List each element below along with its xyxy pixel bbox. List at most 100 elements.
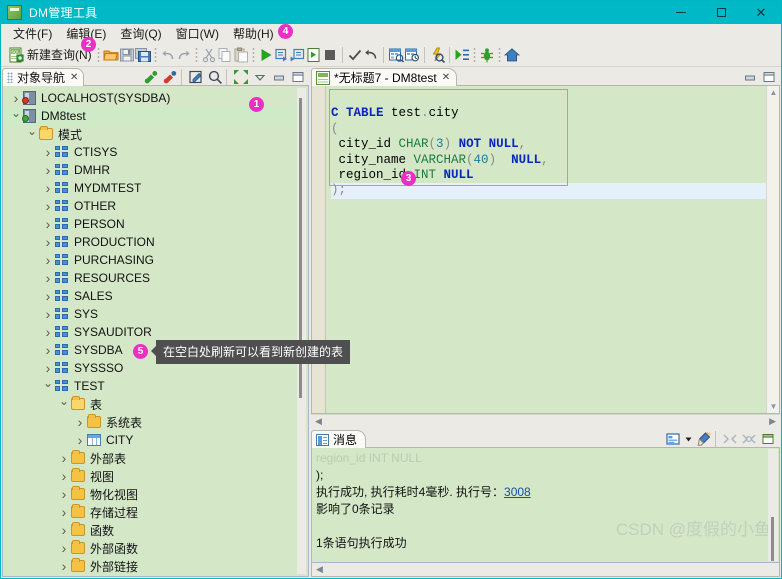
explain-plan2-icon[interactable] <box>404 47 420 63</box>
minimize-icon[interactable] <box>661 1 701 24</box>
home-icon[interactable] <box>503 47 520 63</box>
chevron-right-icon[interactable] <box>57 487 71 501</box>
chevron-right-icon[interactable] <box>57 541 71 555</box>
scroll-down-icon[interactable]: ▼ <box>767 400 779 413</box>
tree-item[interactable]: 物化视图 <box>3 485 296 503</box>
menu-help[interactable]: 帮助(H) <box>227 24 282 44</box>
chevron-right-icon[interactable] <box>57 523 71 537</box>
edit-icon[interactable] <box>188 69 204 85</box>
commit-icon[interactable] <box>347 47 363 63</box>
scroll-up-icon[interactable]: ▲ <box>767 86 779 99</box>
tree-item[interactable]: PERSON <box>3 215 296 233</box>
maximize-icon[interactable] <box>761 69 777 85</box>
tree-item[interactable]: TEST <box>3 377 296 395</box>
tree-item[interactable]: 视图 <box>3 467 296 485</box>
copy-icon[interactable] <box>217 47 233 63</box>
chevron-right-icon[interactable] <box>41 289 55 303</box>
close-icon[interactable]: ✕ <box>741 1 781 24</box>
tree-item[interactable]: 外部链接 <box>3 557 296 575</box>
scrollbar-thumb[interactable] <box>771 517 774 561</box>
menu-window[interactable]: 窗口(W) <box>170 24 227 44</box>
tab-sql-editor[interactable]: *无标题7 - DM8test ✕ <box>311 68 458 86</box>
chevron-down-icon[interactable] <box>25 128 39 140</box>
redo-icon[interactable] <box>176 47 192 63</box>
minimize-icon[interactable] <box>742 69 758 85</box>
tree-item[interactable]: 函数 <box>3 521 296 539</box>
minimize-panel-icon[interactable] <box>722 431 738 447</box>
chevron-right-icon[interactable] <box>9 91 23 105</box>
explain-plan-icon[interactable] <box>388 47 404 63</box>
tree-item[interactable]: MYDMTEST <box>3 179 296 197</box>
chevron-right-icon[interactable] <box>57 451 71 465</box>
dropdown-arrow-icon[interactable] <box>684 431 693 447</box>
chevron-right-icon[interactable] <box>41 361 55 375</box>
stop-icon[interactable] <box>322 47 338 63</box>
tree-item[interactable]: RESOURCES <box>3 269 296 287</box>
tree-item[interactable]: 表 <box>3 395 296 413</box>
chevron-down-icon[interactable] <box>41 380 55 392</box>
sql-editor-body[interactable]: C TABLE test.city ( city_id CHAR(3) NOT … <box>311 86 780 414</box>
chevron-right-icon[interactable] <box>41 271 55 285</box>
chevron-right-icon[interactable] <box>41 307 55 321</box>
rollback-icon[interactable] <box>363 47 379 63</box>
maximize-icon[interactable] <box>701 1 741 24</box>
message-vertical-scrollbar[interactable] <box>768 449 778 561</box>
run-step-icon[interactable] <box>290 47 306 63</box>
chevron-right-icon[interactable] <box>57 505 71 519</box>
find-plan-icon[interactable] <box>429 47 445 63</box>
chevron-right-icon[interactable] <box>41 217 55 231</box>
clear-icon[interactable] <box>696 431 712 447</box>
chevron-right-icon[interactable] <box>41 199 55 213</box>
chevron-down-icon[interactable] <box>57 398 71 410</box>
message-output[interactable]: region_id INT NULL ); 执行成功, 执行耗时4毫秒. 执行号… <box>311 448 780 563</box>
chevron-right-icon[interactable] <box>41 181 55 195</box>
editor-vertical-scrollbar[interactable]: ▲ ▼ <box>766 86 779 413</box>
tree-vertical-scrollbar[interactable] <box>297 88 306 574</box>
view-menu-icon[interactable] <box>252 69 268 85</box>
display-selected-icon[interactable] <box>665 431 681 447</box>
tree-item[interactable]: CTISYS <box>3 143 296 161</box>
sql-code-text[interactable]: C TABLE test.city ( city_id CHAR(3) NOT … <box>326 86 766 413</box>
restore-panel-icon[interactable] <box>741 431 757 447</box>
maximize-panel-icon[interactable] <box>760 431 776 447</box>
tree-item[interactable]: 外部表 <box>3 449 296 467</box>
tree-item[interactable]: 模式 <box>3 125 296 143</box>
scroll-right-icon[interactable]: ▶ <box>769 416 776 427</box>
chevron-right-icon[interactable] <box>41 343 55 357</box>
chevron-down-icon[interactable] <box>9 110 23 122</box>
save-icon[interactable] <box>119 47 135 63</box>
chevron-right-icon[interactable] <box>73 415 87 429</box>
tree-item[interactable]: SALES <box>3 287 296 305</box>
menu-query[interactable]: 查询(Q) <box>114 24 169 44</box>
exec-number-link[interactable]: 3008 <box>504 485 531 499</box>
tree-item[interactable]: CITY <box>3 431 296 449</box>
chevron-right-icon[interactable] <box>73 433 87 447</box>
editor-horizontal-scrollbar[interactable]: ◀ ▶ <box>311 414 780 428</box>
run-next-icon[interactable] <box>454 47 470 63</box>
collapse-all-icon[interactable] <box>233 69 249 85</box>
chevron-right-icon[interactable] <box>57 469 71 483</box>
chevron-right-icon[interactable] <box>41 145 55 159</box>
run-script-icon[interactable] <box>306 47 322 63</box>
chevron-right-icon[interactable] <box>41 235 55 249</box>
tab-messages[interactable]: 消息 <box>311 430 367 448</box>
save-all-icon[interactable] <box>134 47 151 63</box>
search-icon[interactable] <box>207 69 223 85</box>
debug-icon[interactable] <box>479 47 495 63</box>
chevron-right-icon[interactable] <box>41 253 55 267</box>
close-icon[interactable]: ✕ <box>442 72 450 83</box>
close-icon[interactable]: ✕ <box>70 72 78 83</box>
chevron-right-icon[interactable] <box>57 559 71 573</box>
maximize-icon[interactable] <box>290 69 306 85</box>
open-folder-icon[interactable] <box>103 47 119 63</box>
message-horizontal-scrollbar[interactable]: ◀ <box>311 563 780 577</box>
chevron-right-icon[interactable] <box>41 163 55 177</box>
tree-item[interactable]: 存储过程 <box>3 503 296 521</box>
tree-item[interactable]: SYSAUDITOR <box>3 323 296 341</box>
minimize-icon[interactable] <box>271 69 287 85</box>
object-tree[interactable]: LOCALHOST(SYSDBA) DM8test 模式 CTISYS DMHR MYDM… <box>3 86 296 576</box>
tree-item[interactable]: DMHR <box>3 161 296 179</box>
run-icon[interactable] <box>258 47 274 63</box>
tree-item[interactable]: 序列 <box>3 575 296 576</box>
tab-object-navigator[interactable]: 对象导航 ✕ <box>2 68 85 86</box>
